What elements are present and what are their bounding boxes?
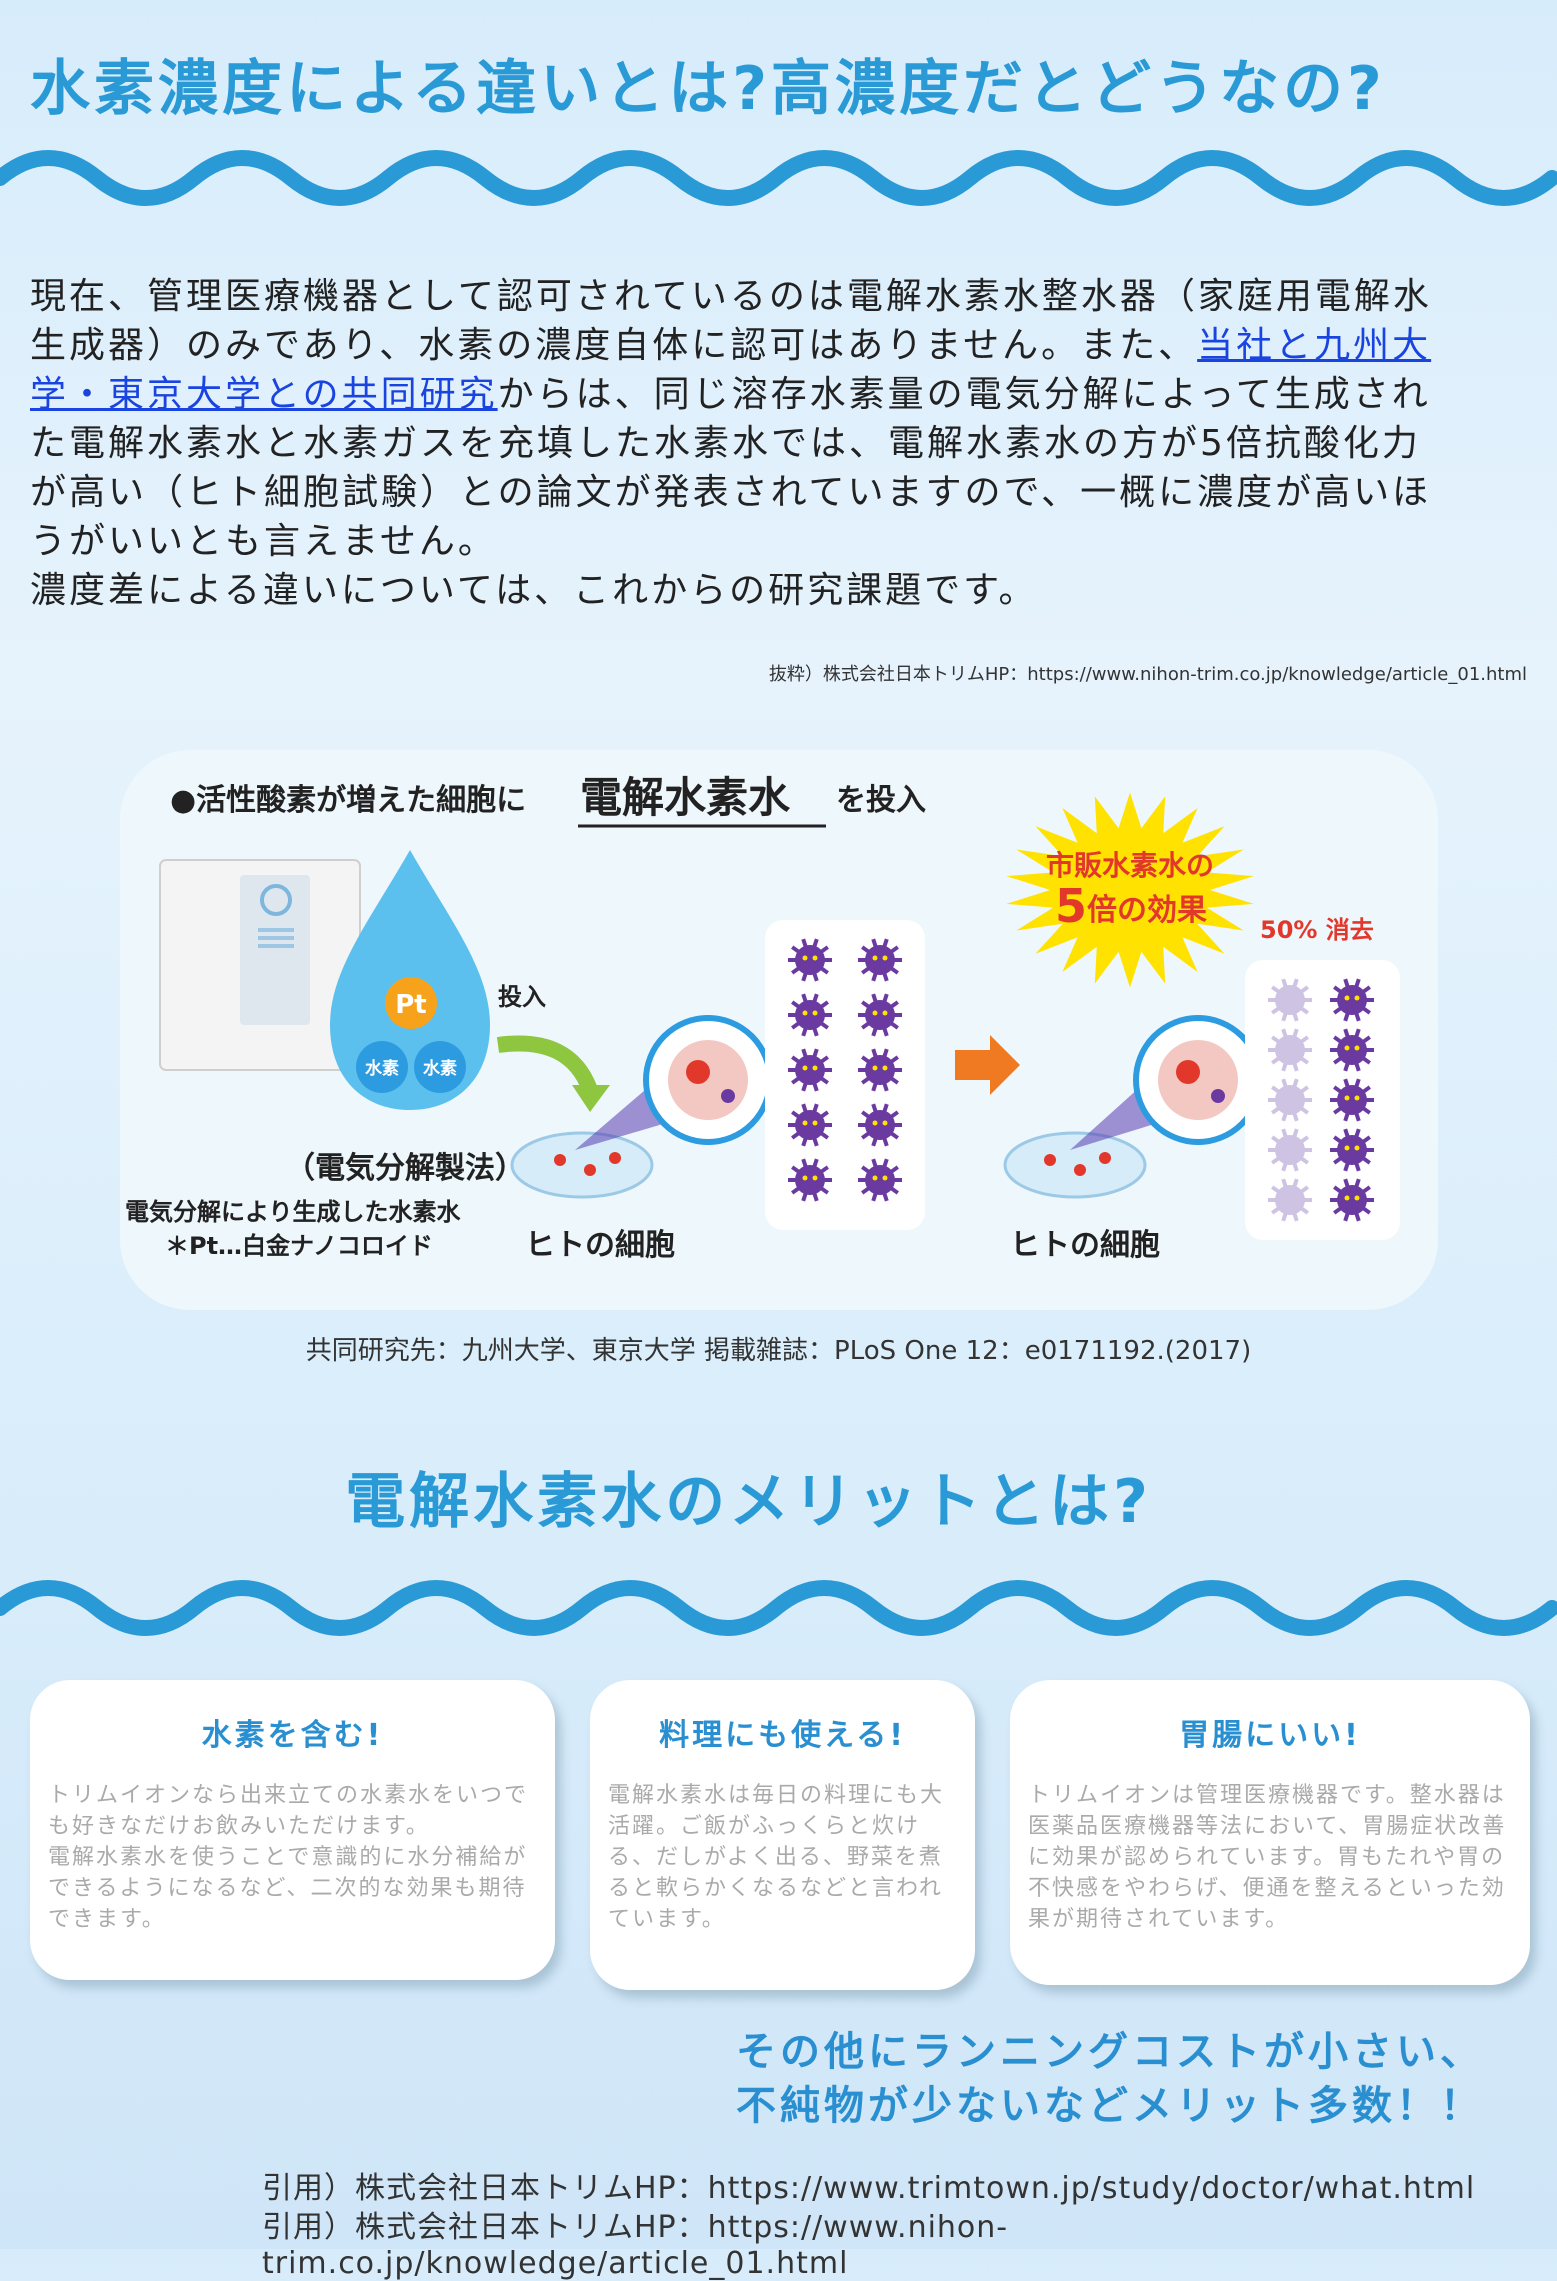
burst-line-2-number: 5 (1055, 879, 1087, 933)
merit-summary: その他にランニングコストが小さい、 不純物が少ないなどメリット多数！！ (700, 2025, 1520, 2133)
merit-card-cooking: 料理にも使える! 電解水素水は毎日の料理にも大活躍。ご飯がふっくらと炊ける、だし… (590, 1680, 975, 1990)
effect-burst-icon: 市販水素水の 5 倍の効果 (1006, 792, 1254, 988)
intro-last-line: 濃度差による違いについては、これからの研究課題です。 (30, 570, 1038, 611)
petri-dish-icon-2 (1003, 1015, 1263, 1199)
burst-line-2-rest: 倍の効果 (1087, 893, 1207, 928)
method-note-2: ＊Pt…白金ナノコロイド (165, 1232, 433, 1260)
result-arrow-icon (955, 1035, 1020, 1095)
method-note-1: 電気分解により生成した水素水 (125, 1198, 462, 1226)
merit-card-body: トリムイオンなら出来立ての水素水をいつでも好きなだけお飲みいただけます。 電解水… (48, 1783, 529, 1932)
infographic-headline-suffix: を投入 (836, 783, 926, 818)
infographic-panel: ●活性酸素が増えた細胞に 電解水素水 を投入 Pt 水素 水素 （電気分解製法）… (120, 750, 1438, 1310)
method-label: （電気分解製法） (285, 1151, 525, 1186)
cell-label-1: ヒトの細胞 (525, 1228, 675, 1263)
pt-label: Pt (395, 990, 426, 1020)
merit-summary-line-2: 不純物が少ないなどメリット多数！！ (736, 2083, 1484, 2129)
h2-label-1: 水素 (365, 1058, 399, 1079)
merit-card-title: 胃腸にいい! (1179, 1718, 1361, 1753)
citation-2: 引用）株式会社日本トリムHP：https://www.nihon-trim.co… (262, 2210, 1009, 2281)
citation-1: 引用）株式会社日本トリムHP：https://www.trimtown.jp/s… (262, 2171, 1476, 2206)
intro-paragraph: 現在、管理医療機器として認可されているのは電解水素水整水器（家庭用電解水生成器）… (30, 272, 1450, 615)
section1-title: 水素濃度による違いとは?高濃度だとどうなの? (30, 54, 1386, 124)
merit-card-body: トリムイオンは管理医療機器です。整水器は医薬品医療機器等法において、胃腸症状改善… (1028, 1783, 1507, 1932)
merit-card-stomach: 胃腸にいい! トリムイオンは管理医療機器です。整水器は医薬品医療機器等法において… (1010, 1680, 1530, 1985)
h2-label-2: 水素 (423, 1058, 457, 1079)
study-caption: 共同研究先：九州大学、東京大学 掲載雑誌：PLoS One 12：e017119… (305, 1336, 1252, 1366)
merit-card-hydrogen: 水素を含む! トリムイオンなら出来立ての水素水をいつでも好きなだけお飲みいただけ… (30, 1680, 555, 1980)
free-radical-panel-1 (765, 920, 925, 1230)
merit-card-title: 料理にも使える! (659, 1718, 906, 1753)
infographic-svg: ●活性酸素が増えた細胞に 電解水素水 を投入 Pt 水素 水素 （電気分解製法）… (125, 773, 1400, 1263)
burst-line-1: 市販水素水の (1046, 849, 1214, 882)
infographic-headline-prefix: ●活性酸素が増えた細胞に (170, 783, 526, 818)
wave-divider-top (0, 150, 1557, 206)
wave-divider-middle (0, 1580, 1557, 1636)
erase-label: 50% 消去 (1260, 916, 1374, 944)
merit-summary-line-1: その他にランニングコストが小さい、 (736, 2029, 1484, 2075)
merit-card-body: 電解水素水は毎日の料理にも大活躍。ご飯がふっくらと炊ける、だしがよく出る、野菜を… (608, 1783, 945, 1932)
water-ionizer-icon (159, 859, 361, 1071)
infographic-headline-emph: 電解水素水 (580, 773, 791, 822)
insert-arrow-icon (496, 1035, 598, 1094)
cell-label-2: ヒトの細胞 (1010, 1228, 1160, 1263)
merit-card-title: 水素を含む! (201, 1718, 384, 1753)
source-note: 抜粋）株式会社日本トリムHP：https://www.nihon-trim.co… (768, 664, 1527, 685)
insert-label: 投入 (498, 983, 546, 1011)
section2-title: 電解水素水のメリットとは? (345, 1467, 1152, 1537)
